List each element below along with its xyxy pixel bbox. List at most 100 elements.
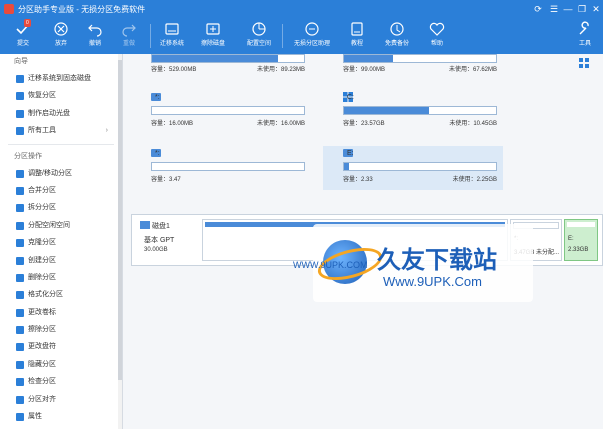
tutorial-button[interactable]: 教程 (340, 20, 374, 52)
sidebar-item-label: 擦除分区 (28, 326, 56, 334)
partition-card[interactable]: *: 容量：3.47 (131, 146, 311, 190)
sidebar-item-op[interactable]: 分配空闲空间 (0, 217, 122, 234)
toolbar: 0 提交 放弃 撤销 重做 迁移系统 擦除磁盘 配置空间 无损分区助理 教程 免… (0, 18, 603, 54)
sidebar-item-op[interactable]: 调整/移动分区 (0, 165, 122, 182)
usage-bar (343, 54, 497, 63)
sidebar-item-label: 删除分区 (28, 273, 56, 281)
partition-wizard-button[interactable]: 无损分区助理 (291, 20, 333, 52)
wizard-section-title: 向导 (14, 58, 28, 65)
sidebar: 向导 迁移系统到固态磁盘 恢复分区 制作启动光盘 所有工具 › 分区操作 调整/移… (0, 54, 123, 429)
check-icon (16, 378, 24, 387)
wipe-disk-button[interactable]: 擦除磁盘 (196, 20, 230, 52)
tutorial-label: 教程 (350, 41, 363, 47)
usage-bar (151, 162, 305, 171)
submit-button[interactable]: 0 提交 (6, 19, 40, 52)
sidebar-divider (8, 143, 114, 145)
discard-button[interactable]: 放弃 (44, 20, 78, 52)
sidebar-item-op[interactable]: 更改卷标 (0, 304, 122, 321)
sidebar-item-op[interactable]: 格式化分区 (0, 286, 122, 303)
sidebar-scrollbar[interactable] (118, 54, 122, 429)
tools-label: 工具 (578, 41, 591, 47)
sidebar-item-all-tools[interactable]: 所有工具 › (0, 122, 122, 139)
partition-card[interactable]: *: 容量：16.00MB 未使用：16.00MB (131, 90, 311, 134)
sidebar-item-op[interactable]: 检查分区 (0, 373, 122, 390)
eraser-icon (16, 326, 24, 335)
disk-segment-selected[interactable]: E: 2.33GB (564, 219, 598, 261)
partition-card[interactable]: C: 容量：23.57GB 未使用：10.45GB (323, 90, 503, 134)
sidebar-item-op[interactable]: 合并分区 (0, 182, 122, 199)
discard-icon (54, 22, 68, 36)
create-icon (16, 256, 24, 265)
tools-button[interactable]: 工具 (570, 20, 600, 52)
undo-icon (88, 24, 102, 37)
watermark: 久友下载站 WWW.9UPK.COM Www.9UPK.Com (293, 224, 533, 302)
delete-icon (16, 273, 24, 282)
undo-label: 撤销 (88, 41, 101, 47)
redo-label: 重做 (122, 41, 135, 47)
segment-size: 2.33GB (568, 247, 589, 253)
refresh-icon[interactable]: ⟳ (531, 2, 545, 16)
scrollbar-thumb[interactable] (118, 60, 122, 380)
submit-label: 提交 (16, 41, 29, 47)
sidebar-item-migrate-ssd[interactable]: 迁移系统到固态磁盘 (0, 70, 122, 87)
partition-panel: 容量：529.00MB 未使用：89.23MB 容量：99.00MB 未使用：67.6… (123, 54, 603, 429)
sidebar-item-op[interactable]: 创建分区 (0, 252, 122, 269)
sidebar-item-label: 拆分分区 (28, 204, 56, 212)
segment-usage-bar (567, 222, 595, 227)
partition-capacity: 容量：16.00MB (151, 121, 194, 127)
sidebar-item-boot-disc[interactable]: 制作启动光盘 (0, 105, 122, 122)
sidebar-item-op[interactable]: 克隆分区 (0, 234, 122, 251)
partition-capacity: 容量：99.00MB (343, 67, 386, 73)
disk-icon (140, 221, 150, 229)
partition-name: *: (155, 150, 160, 157)
partition-free: 未使用：2.25GB (452, 177, 497, 183)
undo-button[interactable]: 撤销 (78, 20, 112, 52)
resize-icon (16, 169, 24, 178)
usage-bar (151, 54, 305, 63)
sidebar-item-op[interactable]: 属性 (0, 408, 122, 425)
toolbar-divider (150, 24, 151, 48)
title-bar: 分区助手专业版 - 无损分区免费软件 ⟳ ☰ — ❐ ✕ (0, 0, 603, 18)
sidebar-item-label: 检查分区 (28, 378, 56, 386)
sidebar-item-op[interactable]: 更改盘符 (0, 338, 122, 355)
wizard-icon (305, 22, 319, 36)
partition-capacity: 容量：2.33 (343, 177, 373, 183)
sidebar-item-label: 合并分区 (28, 186, 56, 194)
sidebar-item-label: 创建分区 (28, 256, 56, 264)
grid-view-icon[interactable] (579, 58, 589, 68)
close-button[interactable]: ✕ (589, 2, 603, 16)
allocate-space-button[interactable]: 配置空间 (242, 20, 276, 52)
sidebar-item-op[interactable]: 隐藏分区 (0, 356, 122, 373)
usage-fill (344, 55, 393, 62)
chevron-right-icon: › (105, 127, 108, 135)
help-button[interactable]: 帮助 (420, 20, 454, 52)
free-backup-button[interactable]: 免费备份 (380, 20, 414, 52)
pending-count-badge: 0 (24, 19, 31, 27)
sidebar-item-recover-partition[interactable]: 恢复分区 (0, 87, 122, 104)
wipe-disk-label: 擦除磁盘 (200, 41, 225, 47)
partition-name: C: (347, 94, 354, 101)
sidebar-item-label: 隐藏分区 (28, 360, 56, 368)
pie-icon (16, 221, 24, 230)
maximize-button[interactable]: ❐ (575, 2, 589, 16)
redo-button[interactable]: 重做 (112, 20, 146, 52)
partition-name: *: (155, 94, 160, 101)
menu-icon[interactable]: ☰ (547, 2, 561, 16)
tools-icon (16, 127, 24, 136)
sidebar-item-op[interactable]: 分区对齐 (0, 391, 122, 408)
sidebar-item-op[interactable]: 拆分分区 (0, 199, 122, 216)
sidebar-item-label: 格式化分区 (28, 291, 63, 299)
book-icon (351, 22, 363, 36)
migrate-os-button[interactable]: 迁移系统 (155, 20, 189, 52)
partition-card[interactable]: E: 容量：2.33 未使用：2.25GB (323, 146, 503, 190)
partition-wizard-label: 无损分区助理 (293, 41, 330, 47)
label-icon (16, 308, 24, 317)
sidebar-item-op[interactable]: 擦除分区 (0, 321, 122, 338)
sidebar-item-op[interactable]: 删除分区 (0, 269, 122, 286)
partition-capacity: 容量：529.00MB (151, 67, 197, 73)
disk-size: 30.00GB (144, 247, 168, 253)
wipe-disk-icon (206, 23, 220, 35)
partition-free: 未使用：16.00MB (256, 121, 305, 127)
minimize-button[interactable]: — (561, 2, 575, 16)
info-icon (16, 413, 24, 422)
